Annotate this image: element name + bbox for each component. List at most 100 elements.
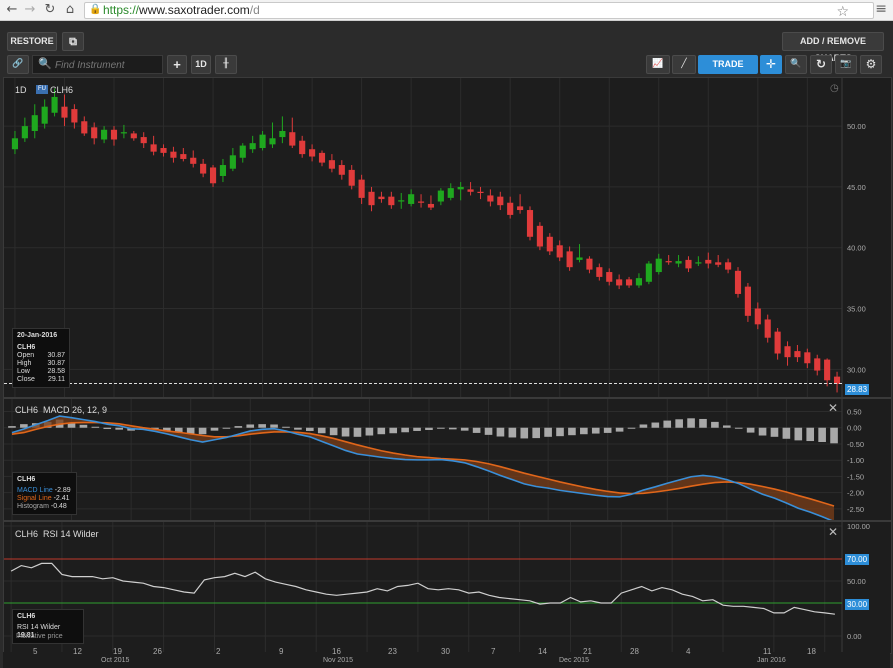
histogram-bar <box>556 427 564 437</box>
histogram-bar <box>306 427 314 431</box>
interval-button[interactable]: 1D <box>191 55 211 74</box>
candle-body <box>358 179 365 198</box>
candle-body <box>744 286 751 316</box>
chart-type-candles-icon[interactable]: ╫ <box>215 55 237 74</box>
address-bar[interactable]: 🔒 https://www.saxotrader.com/d ☆ <box>84 2 874 20</box>
histogram-bar <box>544 427 552 437</box>
macd-chart-canvas[interactable]: 0.50 0.00 -0.50 -1.00 -1.50 -2.00 -2.50 <box>4 399 891 520</box>
rsi-chart-canvas[interactable]: 100.00 70.00 50.00 30.00 0.00 <box>4 522 891 653</box>
last-price-tag: 28.83 <box>845 384 870 395</box>
candle-body <box>625 279 633 286</box>
home-icon[interactable]: ⌂ <box>62 2 78 18</box>
y-tick-label: -1.50 <box>847 472 864 481</box>
browser-menu-icon[interactable]: ≡ <box>875 1 887 17</box>
candle-body <box>616 279 623 286</box>
candle-body <box>655 258 662 273</box>
add-remove-charts-button[interactable]: ADD / REMOVE CHARTS <box>782 32 884 63</box>
histogram-bar <box>603 427 612 433</box>
histogram-bar <box>484 427 493 435</box>
histogram-bar <box>270 424 278 428</box>
candle-body <box>101 129 108 140</box>
x-tick-day: 12 <box>73 647 82 656</box>
candle-body <box>229 155 236 169</box>
candle-body <box>517 206 524 211</box>
link-icon[interactable]: 🔗 <box>7 55 29 74</box>
indicators-icon[interactable]: 📈 <box>646 55 670 74</box>
y-tick-label: -2.50 <box>847 505 864 514</box>
histogram-bar <box>389 427 398 434</box>
find-instrument[interactable]: 🔍 <box>32 55 163 74</box>
histogram-bar <box>425 427 433 430</box>
forward-icon[interactable]: → <box>22 2 38 18</box>
bookmark-star-icon[interactable]: ☆ <box>836 4 849 20</box>
rsi-title: CLH6 RSI 14 Wilder <box>15 529 99 539</box>
candle-body <box>507 202 514 215</box>
rsi-panel[interactable]: 100.00 70.00 50.00 30.00 0.00 CLH6 RSI 14 Wi… <box>3 521 892 654</box>
candle-body <box>279 130 286 138</box>
draw-line-icon[interactable]: ╱ <box>672 55 696 74</box>
histogram-bar <box>591 427 600 434</box>
macd-panel[interactable]: 0.50 0.00 -0.50 -1.00 -1.50 -2.00 -2.50 CLH6 M… <box>3 398 892 521</box>
zoom-icon[interactable]: 🔍 <box>785 55 807 74</box>
price-chart-panel[interactable]: 50.00 45.00 40.00 35.00 30.00 1D FU CLH6 ◷ 2… <box>3 77 892 398</box>
back-icon[interactable]: ← <box>4 2 20 18</box>
histogram-bar <box>91 426 100 428</box>
candle-body <box>675 261 682 264</box>
histogram-bar <box>734 427 743 429</box>
indicative-price-note: Indicative price <box>16 633 63 640</box>
candle-body <box>110 129 118 140</box>
signal-line <box>11 421 835 507</box>
histogram-bar <box>258 424 266 428</box>
close-rsi-icon[interactable]: ✕ <box>828 525 838 539</box>
histogram-bar <box>615 427 624 432</box>
x-tick-month: Dec 2015 <box>559 657 589 664</box>
close-macd-icon[interactable]: ✕ <box>828 401 838 415</box>
x-tick-day: 23 <box>388 647 397 656</box>
x-tick-day: 4 <box>686 647 691 656</box>
histogram-bar <box>401 427 409 433</box>
histogram-bar <box>782 427 791 439</box>
histogram-bar <box>651 422 660 428</box>
add-instrument-button[interactable]: + <box>167 55 187 74</box>
candle-body <box>467 189 474 192</box>
y-tick-label: 35.00 <box>847 305 866 314</box>
candle-body <box>586 258 593 270</box>
camera-icon[interactable]: 📷 <box>835 55 857 74</box>
price-chart-canvas[interactable]: 50.00 45.00 40.00 35.00 30.00 <box>4 78 891 397</box>
candle-body <box>833 376 841 384</box>
restore-button[interactable]: RESTORE <box>7 32 57 51</box>
candle-body <box>299 140 306 155</box>
candle-body <box>576 257 583 260</box>
refresh-icon[interactable]: ↻ <box>810 55 832 74</box>
futures-badge: FU <box>36 85 48 94</box>
y-tick-label: -2.00 <box>847 489 864 498</box>
x-tick-day: 14 <box>538 647 547 656</box>
trade-button[interactable]: TRADE <box>698 55 758 74</box>
x-tick-day: 21 <box>583 647 592 656</box>
find-instrument-input[interactable] <box>53 57 162 73</box>
candle-body <box>200 163 207 174</box>
x-tick-day: 11 <box>763 647 772 656</box>
popout-icon[interactable]: ⧉ <box>62 32 84 51</box>
candle-body <box>546 236 553 252</box>
candle-body <box>566 251 573 268</box>
macd-title: CLH6 MACD 26, 12, 9 <box>15 405 108 415</box>
x-tick-day: 2 <box>216 647 221 656</box>
candle-body <box>734 270 742 294</box>
candle-body <box>81 121 88 134</box>
candle-body <box>249 143 256 150</box>
histogram-bar <box>580 427 588 435</box>
reload-icon[interactable]: ↻ <box>42 2 58 18</box>
x-tick-month: Nov 2015 <box>323 657 353 664</box>
crosshair-icon[interactable]: ✛ <box>760 55 782 74</box>
histogram-bar <box>246 424 255 428</box>
x-tick-day: 28 <box>630 647 639 656</box>
ohlc-info-box: 20-Jan-2016 CLH6 Open 30.87 High 30.87 L… <box>12 328 70 388</box>
y-tick-label: 50.00 <box>847 122 866 131</box>
settings-gear-icon[interactable]: ⚙ <box>860 55 882 74</box>
y-tick-label: 100.00 <box>847 522 870 531</box>
candle-body <box>725 262 732 270</box>
url-text: https://www.saxotrader.com/d <box>103 3 260 17</box>
candle-body <box>824 359 831 381</box>
histogram-bar <box>234 426 243 428</box>
